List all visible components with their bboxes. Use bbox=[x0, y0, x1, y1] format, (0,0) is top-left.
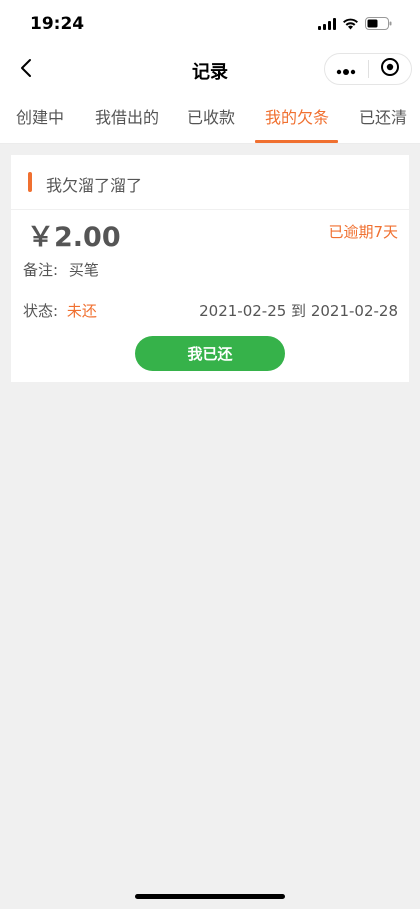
status-row: 状态: 未还 bbox=[23, 300, 97, 321]
remark-value: 买笔 bbox=[68, 261, 99, 279]
overdue-badge: 已逾期7天 bbox=[328, 223, 398, 241]
battery-icon bbox=[365, 15, 392, 34]
close-mini-program-button[interactable] bbox=[368, 54, 411, 84]
more-dots-icon bbox=[336, 60, 356, 79]
nav-bar: 记录 bbox=[0, 48, 420, 92]
tab-paid-off[interactable]: 已还清 bbox=[359, 92, 407, 143]
tab-my-iou[interactable]: 我的欠条 bbox=[265, 92, 329, 143]
home-indicator bbox=[135, 894, 285, 899]
tab-bar: 创建中 我借出的 已收款 我的欠条 已还清 bbox=[0, 92, 420, 144]
date-range: 2021-02-25 到 2021-02-28 bbox=[199, 302, 398, 320]
status-bar: 19:24 bbox=[0, 0, 420, 48]
status-value: 未还 bbox=[66, 302, 97, 320]
remark-row: 备注: 买笔 bbox=[23, 259, 99, 280]
signal-icon bbox=[318, 15, 336, 34]
iou-card: 我欠溜了溜了 ￥2.00 已逾期7天 备注: 买笔 状态: 未还 2021-02… bbox=[11, 155, 409, 382]
mini-program-capsule bbox=[324, 53, 412, 85]
mark-repaid-button[interactable]: 我已还 bbox=[135, 336, 285, 371]
screen: 19:24 记录 创建中 我借出的 已收款 我的欠条 已还清 我欠溜了溜了 ￥2… bbox=[0, 0, 420, 909]
card-header: 我欠溜了溜了 bbox=[11, 155, 409, 210]
target-close-icon bbox=[380, 57, 400, 81]
more-button[interactable] bbox=[325, 54, 368, 84]
status-icons bbox=[318, 15, 392, 34]
active-tab-indicator bbox=[255, 140, 338, 143]
tab-collected[interactable]: 已收款 bbox=[187, 92, 235, 143]
tab-creating[interactable]: 创建中 bbox=[16, 92, 64, 143]
status-label: 状态: bbox=[23, 302, 59, 320]
remark-label: 备注: bbox=[23, 261, 59, 279]
card-accent-bar bbox=[28, 172, 32, 192]
status-time: 19:24 bbox=[30, 14, 85, 34]
amount: ￥2.00 bbox=[27, 222, 121, 253]
tab-lent-out[interactable]: 我借出的 bbox=[95, 92, 159, 143]
card-title: 我欠溜了溜了 bbox=[46, 176, 143, 195]
wifi-icon bbox=[342, 15, 359, 34]
